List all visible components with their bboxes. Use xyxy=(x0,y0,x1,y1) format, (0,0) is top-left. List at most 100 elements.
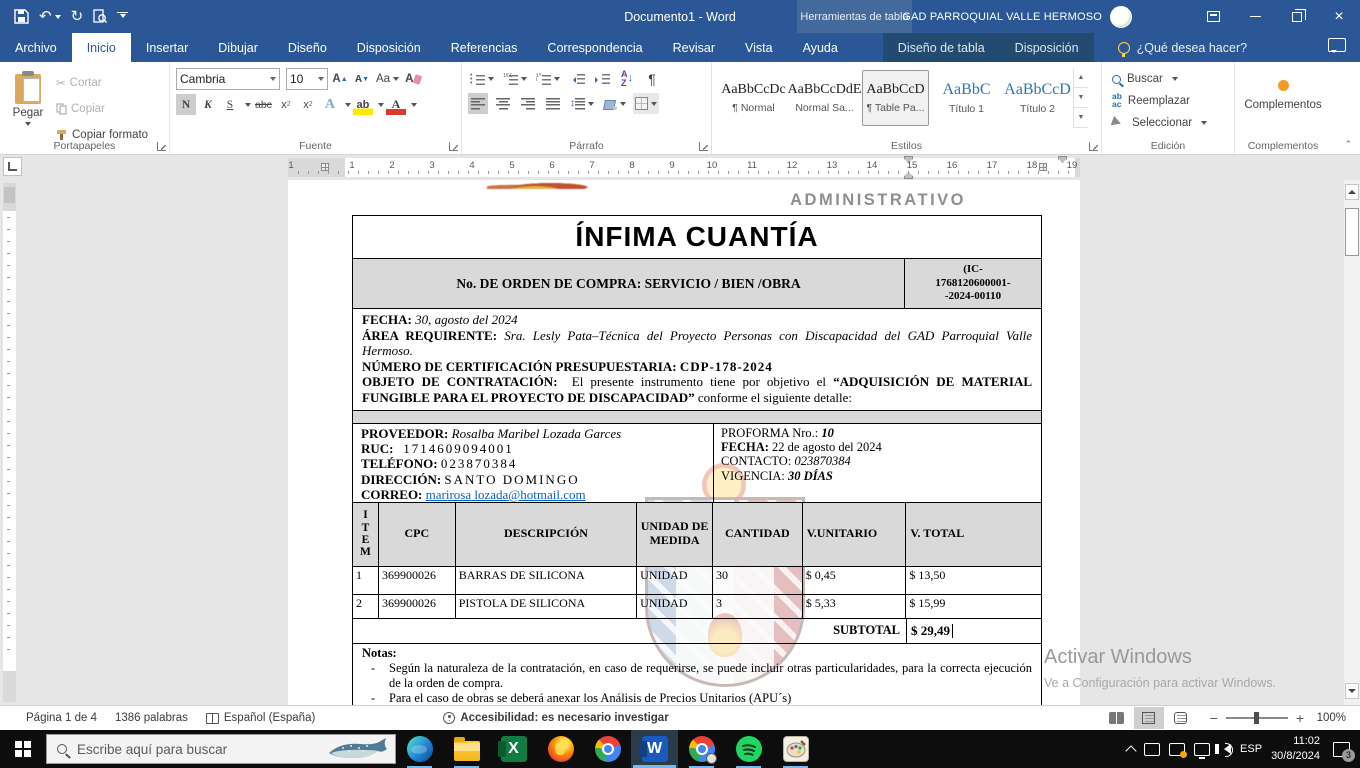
styles-scroll-up-icon[interactable]: ▲ xyxy=(1074,68,1088,88)
show-marks-button[interactable]: ¶ xyxy=(642,68,662,89)
action-center-icon[interactable]: 3 xyxy=(1333,742,1350,757)
h-ruler[interactable]: 112345678910111213141516171819 xyxy=(288,158,1080,177)
multilevel-list-button[interactable] xyxy=(534,68,562,89)
styles-scroll-down-icon[interactable]: ▼ xyxy=(1074,88,1088,108)
items-row[interactable]: 2369900026PISTOLA DE SILICONAUNIDAD3$ 5,… xyxy=(353,595,1041,619)
scroll-up-icon[interactable] xyxy=(1345,184,1359,200)
taskbar-file-explorer-icon[interactable] xyxy=(443,730,490,768)
font-color-dropdown-icon[interactable] xyxy=(411,103,417,110)
undo-dropdown-icon[interactable] xyxy=(55,15,61,22)
tray-network-icon[interactable] xyxy=(1194,743,1210,756)
borders-button[interactable] xyxy=(633,93,659,114)
word-count[interactable]: 1386 palabras xyxy=(106,712,197,724)
contextual-tab-diseño-de-tabla[interactable]: Diseño de tabla xyxy=(883,33,1000,62)
minimize-button[interactable] xyxy=(1234,0,1276,33)
scroll-down-icon[interactable] xyxy=(1345,683,1359,699)
tab-archivo[interactable]: Archivo xyxy=(0,33,72,62)
web-layout-button[interactable] xyxy=(1166,707,1196,729)
tab-selector[interactable] xyxy=(3,157,22,176)
proofing-status[interactable]: Español (España) xyxy=(197,712,324,724)
shading-button[interactable] xyxy=(601,93,628,114)
highlight-button[interactable]: ab xyxy=(353,94,373,115)
taskbar-excel-icon[interactable]: X xyxy=(490,730,537,768)
style-normal[interactable]: AaBbCcDc¶ Normal xyxy=(720,70,787,126)
scrollbar-thumb[interactable] xyxy=(1345,208,1359,256)
tab-referencias[interactable]: Referencias xyxy=(436,33,533,62)
tab-insertar[interactable]: Insertar xyxy=(131,33,203,62)
paste-button[interactable]: Pegar xyxy=(6,68,50,134)
taskbar-search-box[interactable]: Escribe aquí para buscar xyxy=(46,734,396,764)
subscript-button[interactable]: x2 xyxy=(276,94,296,115)
align-right-button[interactable] xyxy=(518,93,538,114)
strikethrough-button[interactable]: abc xyxy=(253,94,274,115)
taskbar-chrome-profile-icon[interactable] xyxy=(678,730,725,768)
styles-gallery-more-icon[interactable]: ▼ xyxy=(1074,108,1088,128)
font-size-combo[interactable]: 10 xyxy=(286,68,328,90)
styles-gallery-scroll[interactable]: ▲▼▼ xyxy=(1073,68,1088,128)
page-indicator[interactable]: Página 1 de 4 xyxy=(0,712,106,724)
cut-button[interactable]: ✂Cortar xyxy=(56,72,148,94)
zoom-level[interactable]: 100% xyxy=(1312,712,1346,724)
tray-clock[interactable]: 11:02 30/8/2024 xyxy=(1271,734,1320,764)
tab-diseño[interactable]: Diseño xyxy=(273,33,342,62)
justify-button[interactable] xyxy=(543,93,563,114)
italic-button[interactable]: K xyxy=(198,94,218,115)
clipboard-dialog-launcher[interactable] xyxy=(157,142,166,151)
decrease-indent-button[interactable] xyxy=(567,68,587,89)
increase-indent-button[interactable] xyxy=(592,68,612,89)
tab-correspondencia[interactable]: Correspondencia xyxy=(532,33,657,62)
shrink-font-button[interactable]: A▼ xyxy=(352,69,372,90)
tell-me-box[interactable]: ¿Qué desea hacer? xyxy=(1118,33,1248,62)
zoom-slider[interactable] xyxy=(1226,717,1288,719)
feedback-icon[interactable] xyxy=(1328,38,1346,52)
save-icon[interactable] xyxy=(14,9,29,24)
collapse-ribbon-icon[interactable]: ⌃ xyxy=(1344,139,1352,150)
tray-display-alert-icon[interactable] xyxy=(1169,743,1185,756)
style-t-tulo-1[interactable]: AaBbCTítulo 1 xyxy=(933,70,1000,126)
font-color-button[interactable]: A xyxy=(386,94,406,115)
zoom-slider-thumb[interactable] xyxy=(1254,712,1259,724)
align-center-button[interactable] xyxy=(493,93,513,114)
taskbar-firefox-icon[interactable] xyxy=(537,730,584,768)
ribbon-display-options-button[interactable] xyxy=(1192,0,1234,33)
grow-font-button[interactable]: A▲ xyxy=(330,69,350,90)
tab-dibujar[interactable]: Dibujar xyxy=(203,33,273,62)
taskbar-spotify-icon[interactable] xyxy=(725,730,772,768)
document-page[interactable]: ADMINISTRATIVO ÍNFIMA CUANTÍA No. DE ORD… xyxy=(288,180,1080,705)
text-effects-dropdown-icon[interactable] xyxy=(345,103,351,110)
sort-button[interactable]: AZ↓ xyxy=(617,68,637,89)
start-button[interactable] xyxy=(0,730,46,768)
font-dialog-launcher[interactable] xyxy=(449,142,458,151)
tab-vista[interactable]: Vista xyxy=(730,33,788,62)
underline-dropdown-icon[interactable] xyxy=(245,103,251,110)
contextual-tab-disposición[interactable]: Disposición xyxy=(1000,33,1094,62)
numbered-list-button[interactable] xyxy=(501,68,529,89)
tab-revisar[interactable]: Revisar xyxy=(658,33,730,62)
text-effects-button[interactable]: A xyxy=(320,94,340,115)
restore-button[interactable] xyxy=(1276,0,1318,33)
style-table-pa[interactable]: AaBbCcD¶ Table Pa... xyxy=(862,70,929,126)
bullet-list-button[interactable] xyxy=(468,68,496,89)
account-info[interactable]: GAD PARROQUIAL VALLE HERMOSO xyxy=(902,0,1132,33)
redo-icon[interactable]: ↻ xyxy=(71,9,84,24)
account-avatar[interactable] xyxy=(1110,6,1132,28)
tab-inicio[interactable]: Inicio xyxy=(72,33,131,62)
taskbar-edge-icon[interactable] xyxy=(396,730,443,768)
style-normal-sa[interactable]: AaBbCcDdENormal Sa... xyxy=(791,70,858,126)
indent-marker-bottom[interactable] xyxy=(904,172,913,179)
zoom-in-icon[interactable]: + xyxy=(1296,710,1304,726)
tray-language[interactable]: ESP xyxy=(1240,743,1262,755)
table-column-marker-left[interactable] xyxy=(321,163,329,171)
font-name-combo[interactable]: Cambria xyxy=(176,68,280,90)
bold-button[interactable]: N xyxy=(176,94,196,115)
style-t-tulo-2[interactable]: AaBbCcDTítulo 2 xyxy=(1004,70,1071,126)
copy-button[interactable]: Copiar xyxy=(56,98,148,120)
print-preview-icon[interactable] xyxy=(93,9,107,24)
align-left-button[interactable] xyxy=(468,93,488,114)
customize-qat-icon[interactable] xyxy=(117,12,128,22)
vertical-scrollbar[interactable] xyxy=(1344,180,1360,705)
addins-button[interactable]: Complementos xyxy=(1241,68,1325,111)
read-mode-button[interactable] xyxy=(1102,707,1132,729)
superscript-button[interactable]: x2 xyxy=(298,94,318,115)
items-row[interactable]: 1369900026BARRAS DE SILICONAUNIDAD30$ 0,… xyxy=(353,567,1041,595)
